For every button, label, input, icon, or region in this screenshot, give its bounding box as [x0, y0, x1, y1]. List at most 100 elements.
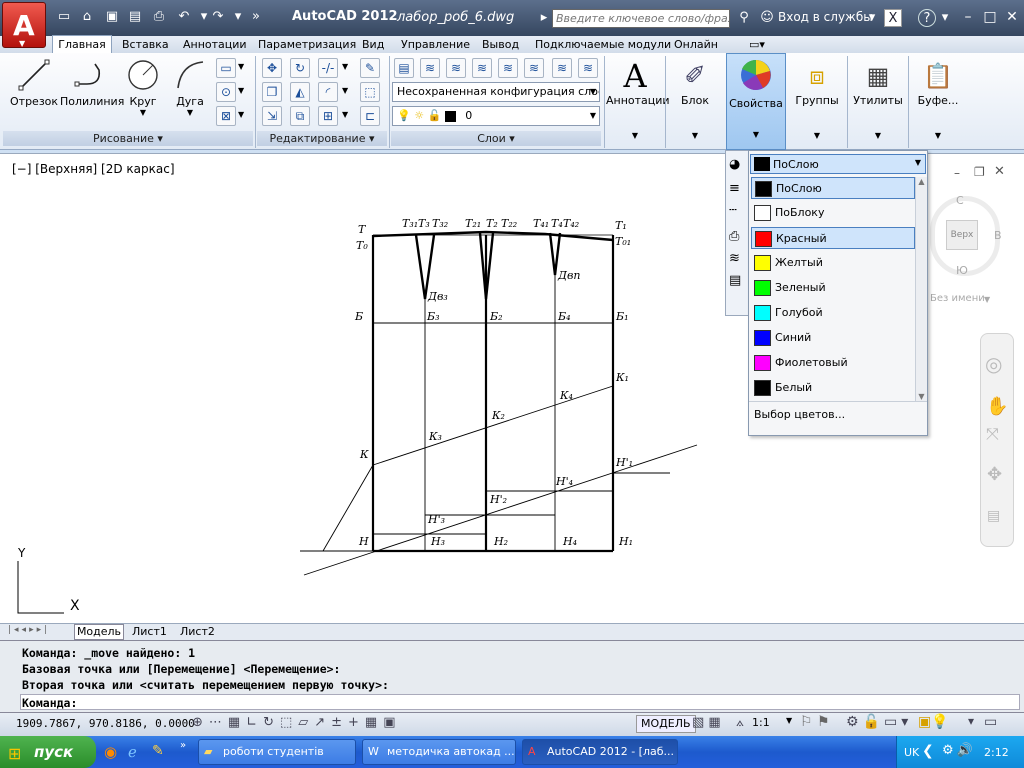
open-folder-icon[interactable]: ⌂ — [79, 9, 95, 25]
layer-select[interactable]: 💡 ☼ 🔓 0 ▼ — [392, 106, 600, 126]
maximize-icon[interactable]: □ — [980, 8, 1000, 26]
new-file-icon[interactable]: ▭ — [56, 9, 72, 25]
circle-button[interactable]: Круг ▼ — [122, 58, 164, 117]
scale-icon[interactable]: ⧉ — [290, 106, 310, 126]
quick-access-more-icon[interactable]: » — [248, 9, 264, 25]
command-input[interactable] — [20, 694, 1020, 710]
viewcube-top-face[interactable]: Верх — [946, 220, 978, 250]
color-item[interactable]: Голубой — [751, 302, 915, 324]
groups-button[interactable]: ⧈ Группы ▼ — [789, 58, 845, 140]
sign-in-button[interactable]: Вход в службы — [778, 10, 873, 24]
arc-dropdown-icon[interactable]: ▼ — [170, 108, 210, 117]
array-icon[interactable]: ⊞ — [318, 106, 338, 126]
offset-icon[interactable]: ⊏ — [360, 106, 380, 126]
viewcube-north[interactable]: С — [956, 194, 964, 207]
language-indicator[interactable]: UK — [904, 746, 919, 759]
annotation-scale-value[interactable]: 1:1 — [752, 716, 770, 729]
pan-hand-icon[interactable]: ✋ — [986, 396, 1008, 417]
modify-panel-title[interactable]: Редактирование ▾ — [257, 131, 387, 146]
binoculars-icon[interactable]: ⚲ — [734, 9, 754, 27]
drafting-toggles[interactable]: ⊕⋯▦∟↻⬚▱↗±+▦▣ — [192, 715, 401, 730]
stretch-icon[interactable]: ⇲ — [262, 106, 282, 126]
workspace-icons[interactable]: ⚙🔓▭▾ — [846, 714, 912, 730]
rectangle-dropdown-icon[interactable]: ▼ — [238, 62, 244, 71]
clipboard-button[interactable]: 📋 Буфе... ▼ — [910, 58, 966, 140]
tab-model[interactable]: Модель — [74, 624, 124, 640]
tray-icons[interactable]: ⚙🔊 — [942, 743, 976, 758]
trim-icon[interactable]: -/- — [318, 58, 338, 78]
model-space-button[interactable]: МОДЕЛЬ — [636, 715, 696, 733]
rotate-icon[interactable]: ↻ — [290, 58, 310, 78]
task-folder[interactable]: ▰ роботи студентів — [198, 739, 356, 765]
notepad-icon[interactable]: ✎ — [152, 743, 164, 759]
save-icon[interactable]: ▣ — [104, 9, 120, 25]
signin-dropdown-icon[interactable]: ▾ — [866, 9, 878, 27]
tab-insert[interactable]: Вставка — [122, 36, 169, 53]
isolate-objects-icon[interactable]: ▣💡 — [918, 714, 949, 730]
color-item[interactable]: Зеленый — [751, 277, 915, 299]
viewport-minimize-icon[interactable]: – — [954, 166, 960, 180]
layer-properties-icon[interactable]: ▤ — [394, 58, 414, 78]
layer-match-icon[interactable]: ≋ — [552, 58, 572, 78]
draw-panel-title[interactable]: Рисование ▾ — [3, 131, 253, 146]
help-dropdown-icon[interactable]: ▾ — [940, 9, 950, 27]
trim-dropdown-icon[interactable]: ▼ — [342, 62, 348, 71]
application-menu-button[interactable]: A ▼ — [2, 2, 46, 48]
ie-icon[interactable]: ℯ — [128, 743, 137, 761]
scrollbar[interactable]: ▲ ▼ — [915, 177, 927, 401]
tab-view[interactable]: Вид — [362, 36, 384, 53]
quick-launch-more-icon[interactable]: » — [180, 740, 186, 751]
viewport-close-icon[interactable]: ✕ — [994, 164, 1005, 179]
print-icon[interactable]: ⎙ — [151, 9, 167, 25]
scroll-down-icon[interactable]: ▼ — [916, 392, 927, 401]
clean-screen-icon[interactable]: ▭ — [984, 714, 997, 730]
ucs-named-label[interactable]: Без имени — [930, 293, 985, 304]
layer-current-icon[interactable]: ≋ — [578, 58, 598, 78]
block-button[interactable]: ✐ Блок ▼ — [667, 58, 723, 140]
annotations-button[interactable]: A Аннотации ▼ — [606, 58, 670, 140]
tray-expand-icon[interactable]: ❮ — [922, 743, 934, 759]
scroll-up-icon[interactable]: ▲ — [916, 177, 927, 186]
circle-dropdown-icon[interactable]: ▼ — [122, 108, 164, 117]
task-autocad[interactable]: A AutoCAD 2012 - [лаб... — [522, 739, 678, 765]
showmotion-icon[interactable]: ▤ — [987, 508, 1000, 524]
task-word[interactable]: Wметодичка автокад ... — [362, 739, 516, 765]
color-dropdown[interactable]: ПоСлою ▼ ПоСлою ПоБлоку Красный Желтый Зелен… — [748, 150, 928, 436]
copy-icon[interactable]: ❐ — [262, 82, 282, 102]
color-item[interactable]: Красный — [751, 227, 915, 249]
lineweight-icon[interactable]: ≡ — [729, 181, 740, 196]
layer-off-icon[interactable]: ≋ — [446, 58, 466, 78]
search-input[interactable]: Введите ключевое слово/фразу — [552, 9, 730, 28]
save-as-icon[interactable]: ▤ — [127, 9, 143, 25]
color-item[interactable]: ПоБлоку — [751, 202, 915, 224]
layout-nav-icons[interactable]: |◂◂▸▸| — [8, 625, 50, 635]
select-colors-item[interactable]: Выбор цветов... — [754, 408, 845, 421]
tab-online[interactable]: Онлайн — [674, 36, 718, 53]
tab-manage[interactable]: Управление — [401, 36, 470, 53]
chevron-down-icon[interactable]: ▼ — [984, 295, 990, 304]
annotation-visibility-icon[interactable]: ⚐ ⚑ — [800, 714, 830, 730]
tab-output[interactable]: Вывод — [482, 36, 519, 53]
layer-state-select[interactable]: Несохраненная конфигурация слоев ▼ — [392, 82, 600, 102]
tab-sheet2[interactable]: Лист2 — [180, 625, 215, 639]
line-button[interactable]: Отрезок — [10, 58, 58, 108]
hatch-dropdown-icon[interactable]: ▼ — [238, 86, 244, 95]
color-item[interactable]: Фиолетовый — [751, 352, 915, 374]
fillet-icon[interactable]: ◜ — [318, 82, 338, 102]
close-icon[interactable]: ✕ — [1002, 8, 1022, 26]
coordinates-readout[interactable]: 1909.7867, 970.8186, 0.0000 — [16, 717, 195, 730]
tab-sheet1[interactable]: Лист1 — [132, 625, 167, 639]
tab-plugins[interactable]: Подключаемые модули — [535, 36, 671, 53]
search-expand-icon[interactable]: ▸ — [538, 9, 550, 27]
rectangle-icon[interactable]: ▭ — [216, 58, 236, 78]
scale-dropdown-icon[interactable]: ▼ — [786, 716, 792, 725]
layer-states-icon[interactable]: ≋ — [420, 58, 440, 78]
boundary-dropdown-icon[interactable]: ▼ — [238, 110, 244, 119]
color-select-current[interactable]: ПоСлою ▼ — [750, 154, 926, 174]
boundary-icon[interactable]: ⊠ — [216, 106, 236, 126]
zoom-extents-icon[interactable]: ⤧ — [986, 424, 999, 444]
array-dropdown-icon[interactable]: ▼ — [342, 110, 348, 119]
move-icon[interactable]: ✥ — [262, 58, 282, 78]
properties-button[interactable]: Свойства ▼ — [726, 53, 786, 150]
minimize-icon[interactable]: – — [958, 8, 978, 26]
